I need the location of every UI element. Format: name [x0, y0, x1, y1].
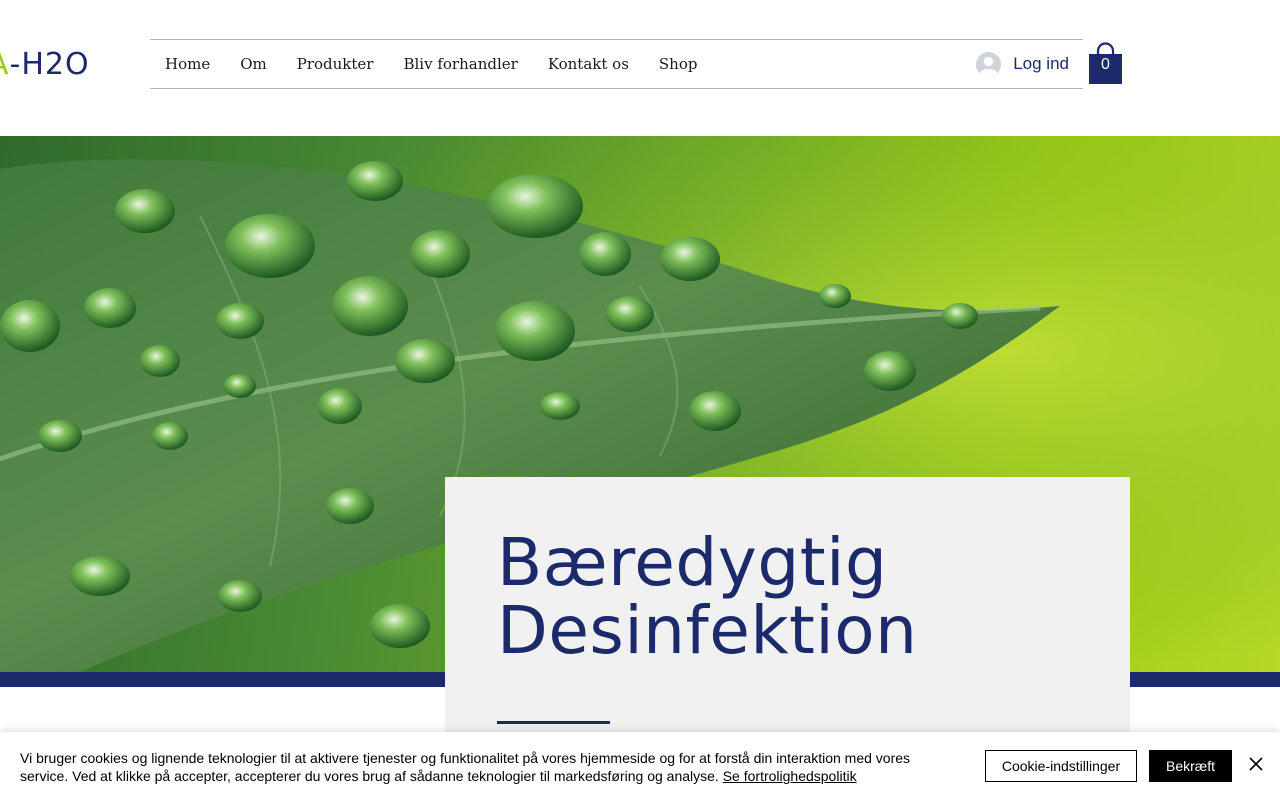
nav-item-kontakt-os[interactable]: Kontakt os: [533, 55, 644, 73]
brand-logo[interactable]: A-H2O: [0, 44, 90, 84]
logo-text: -H2O: [9, 46, 90, 82]
cart-count: 0: [1101, 56, 1110, 73]
cookie-settings-button[interactable]: Cookie-indstillinger: [985, 750, 1137, 782]
hero-title: Bæredygtig Desinfektion: [497, 529, 1097, 665]
nav-item-home[interactable]: Home: [150, 55, 225, 73]
logo-accent: A: [0, 47, 10, 82]
cookie-message: Vi bruger cookies og lignende teknologie…: [20, 749, 950, 785]
login-button[interactable]: Log ind: [976, 40, 1069, 88]
nav-item-shop[interactable]: Shop: [644, 55, 713, 73]
nav-item-produkter[interactable]: Produkter: [282, 55, 389, 73]
login-label: Log ind: [1013, 54, 1069, 73]
hero-title-line-1: Bæredygtig: [497, 524, 888, 601]
nav-item-bliv-forhandler[interactable]: Bliv forhandler: [388, 55, 532, 73]
cart-button[interactable]: 0: [1088, 42, 1123, 84]
main-navigation: Home Om Produkter Bliv forhandler Kontak…: [150, 39, 1083, 89]
hero-title-line-2: Desinfektion: [497, 592, 918, 669]
title-divider: [497, 721, 610, 724]
close-icon[interactable]: [1246, 754, 1266, 774]
site-header: A-H2O Home Om Produkter Bliv forhandler …: [0, 0, 1280, 136]
cookie-banner: Vi bruger cookies og lignende teknologie…: [0, 732, 1280, 800]
privacy-policy-link[interactable]: Se fortrolighedspolitik: [723, 768, 857, 784]
user-avatar-icon: [976, 51, 1002, 77]
cookie-accept-button[interactable]: Bekræft: [1149, 750, 1232, 782]
nav-item-om[interactable]: Om: [225, 55, 282, 73]
